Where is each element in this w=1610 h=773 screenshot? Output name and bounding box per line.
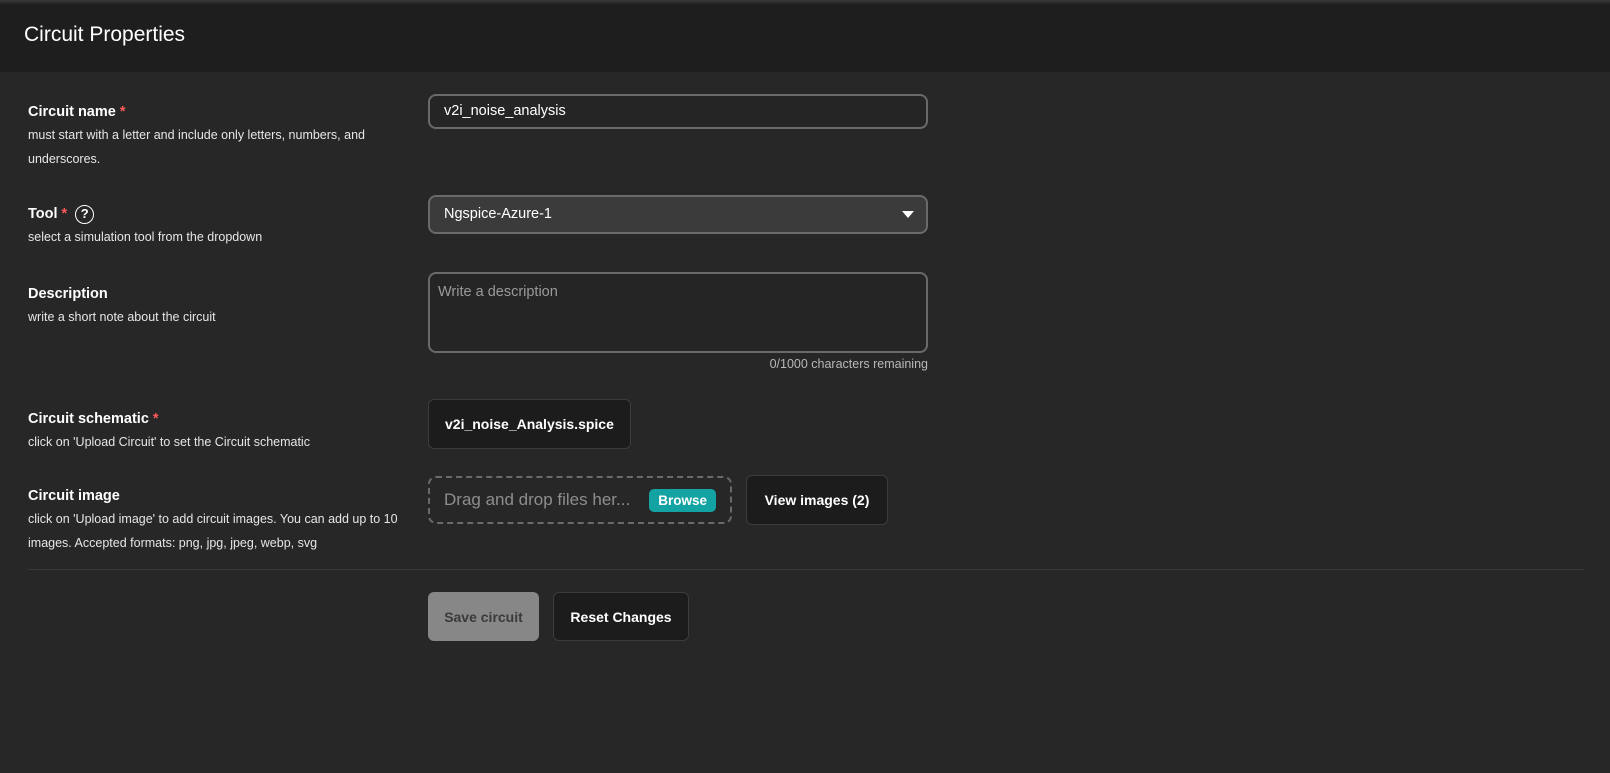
tool-label: Tool * ? <box>28 203 408 225</box>
tool-label-block: Tool * ? select a simulation tool from t… <box>28 203 408 249</box>
reset-changes-button[interactable]: Reset Changes <box>553 592 689 641</box>
circuit-name-label: Circuit name * <box>28 101 408 123</box>
description-label-text: Description <box>28 286 108 302</box>
save-circuit-button[interactable]: Save circuit <box>428 592 539 641</box>
circuit-name-hint: must start with a letter and include onl… <box>28 128 365 166</box>
tool-hint: select a simulation tool from the dropdo… <box>28 230 263 244</box>
image-label-text: Circuit image <box>28 488 120 504</box>
circuit-name-label-text: Circuit name <box>28 104 116 120</box>
required-mark: * <box>119 104 126 120</box>
image-hint: click on 'Upload image' to add circuit i… <box>28 512 398 550</box>
divider <box>28 569 1584 570</box>
browse-button[interactable]: Browse <box>649 488 716 512</box>
image-label-block: Circuit image click on 'Upload image' to… <box>28 485 408 555</box>
description-label: Description <box>28 283 408 305</box>
char-count: 0/1000 characters remaining <box>769 357 928 371</box>
schematic-label: Circuit schematic * <box>28 408 408 430</box>
description-label-block: Description write a short note about the… <box>28 283 408 329</box>
caret-down-icon <box>902 211 914 218</box>
required-mark: * <box>152 411 159 427</box>
circuit-name-label-block: Circuit name * must start with a letter … <box>28 101 408 171</box>
description-hint: write a short note about the circuit <box>28 310 216 324</box>
tool-select[interactable]: Ngspice-Azure-1 <box>428 195 928 234</box>
description-textarea[interactable]: Write a description <box>428 272 928 353</box>
dropzone-text: Drag and drop files her... <box>444 490 631 509</box>
help-icon[interactable]: ? <box>75 204 95 224</box>
page-header: Circuit Properties <box>0 4 1610 72</box>
image-dropzone[interactable]: Drag and drop files her... Browse <box>428 476 732 524</box>
page-title: Circuit Properties <box>24 23 186 46</box>
tool-selected-value: Ngspice-Azure-1 <box>444 206 552 222</box>
schematic-file-button[interactable]: v2i_noise_Analysis.spice <box>428 399 631 449</box>
schematic-label-block: Circuit schematic * click on 'Upload Cir… <box>28 408 408 454</box>
circuit-name-input[interactable]: v2i_noise_analysis <box>428 94 928 129</box>
schematic-hint: click on 'Upload Circuit' to set the Cir… <box>28 435 310 449</box>
image-label: Circuit image <box>28 485 408 507</box>
description-placeholder: Write a description <box>438 284 558 300</box>
schematic-label-text: Circuit schematic <box>28 411 149 427</box>
tool-label-text: Tool <box>28 206 58 222</box>
view-images-button[interactable]: View images (2) <box>746 475 888 525</box>
required-mark: * <box>61 206 68 222</box>
